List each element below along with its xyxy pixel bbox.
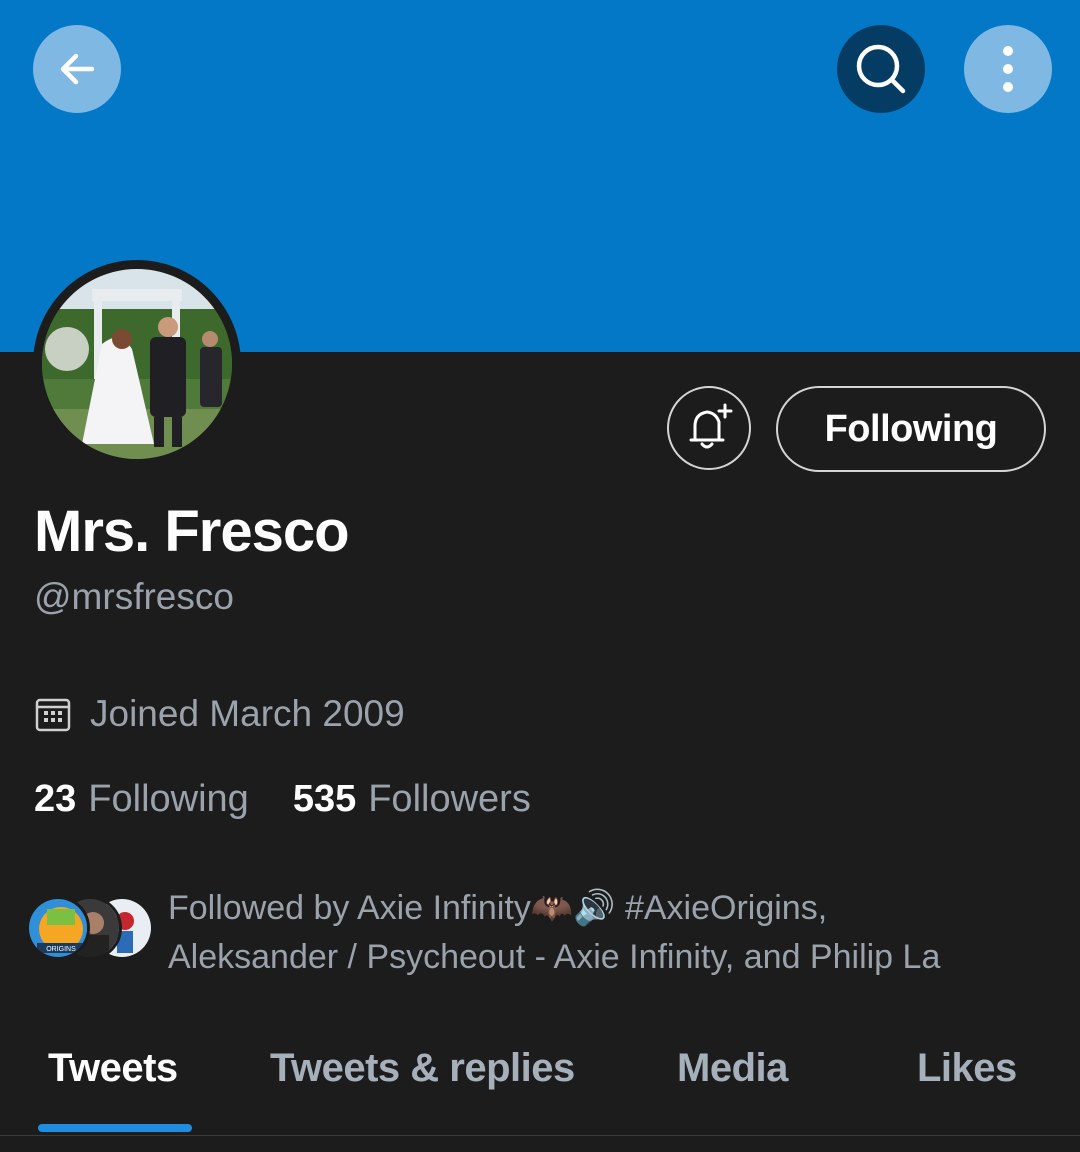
display-name: Mrs. Fresco — [34, 499, 350, 564]
active-tab-indicator — [38, 1124, 192, 1132]
bell-plus-icon — [689, 403, 733, 449]
profile-handle: @mrsfresco — [34, 576, 234, 617]
following-count-link[interactable]: 23 Following — [34, 778, 249, 821]
followers-count: 535 — [292, 778, 357, 820]
search-icon — [856, 44, 906, 94]
profile-avatar[interactable] — [33, 260, 241, 468]
followers-count-link[interactable]: 535 Followers — [293, 778, 531, 821]
following-label: Following — [88, 778, 249, 820]
search-button[interactable] — [837, 25, 925, 113]
followed-by-text: Followed by Axie Infinity🦇🔊 #AxieOrigins… — [168, 884, 1048, 982]
calendar-icon — [35, 698, 71, 732]
tab-tweets[interactable]: Tweets — [48, 1046, 178, 1091]
follower-avatar: ORIGINS — [26, 896, 90, 960]
avatar-image — [42, 269, 232, 459]
notifications-button[interactable] — [667, 386, 751, 470]
followed-by-avatars: ORIGINS — [26, 884, 158, 960]
followed-by-line-1: Followed by Axie Infinity🦇🔊 #AxieOrigins… — [168, 889, 828, 927]
avatar-badge-text: ORIGINS — [46, 946, 76, 953]
arrow-left-icon — [60, 53, 95, 85]
tab-tweets-replies[interactable]: Tweets & replies — [270, 1046, 575, 1091]
following-button[interactable]: Following — [776, 386, 1046, 472]
tabs-divider — [0, 1135, 1080, 1136]
followed-by[interactable]: ORIGINS Followed by Axie Infinity🦇🔊 #Axi… — [26, 884, 1048, 982]
profile-tabs: Tweets Tweets & replies Media Likes — [0, 1030, 1080, 1136]
joined-date: Joined March 2009 — [34, 693, 405, 735]
tab-likes[interactable]: Likes — [917, 1046, 1017, 1091]
more-options-button[interactable] — [964, 25, 1052, 113]
follow-counts: 23 Following 535 Followers — [34, 778, 531, 821]
back-button[interactable] — [33, 25, 121, 113]
more-vertical-icon — [1003, 46, 1013, 92]
tab-media[interactable]: Media — [677, 1046, 788, 1091]
following-count: 23 — [34, 778, 77, 820]
joined-text: Joined March 2009 — [90, 693, 405, 734]
followers-label: Followers — [368, 778, 531, 820]
followed-by-line-2: Aleksander / Psycheout - Axie Infinity, … — [168, 938, 941, 976]
